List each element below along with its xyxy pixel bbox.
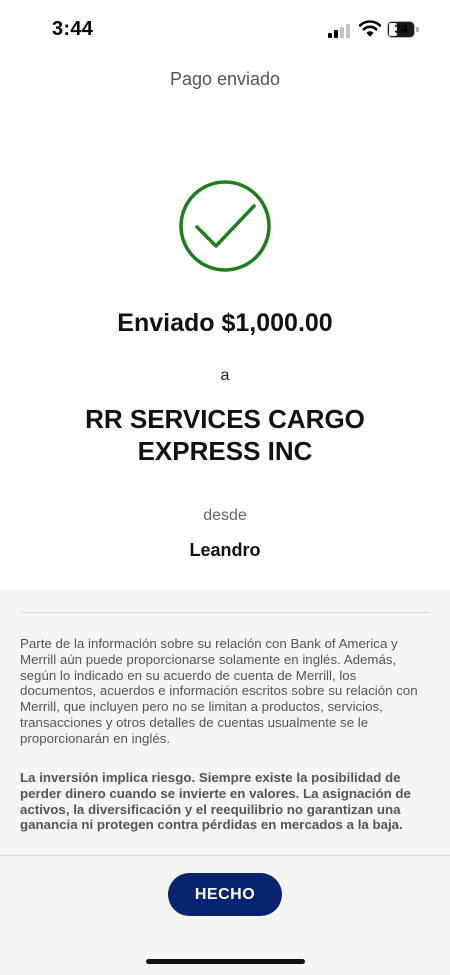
battery-level: 34	[394, 22, 408, 36]
recipient-name: RR SERVICES CARGO EXPRESS INC	[85, 404, 365, 466]
done-button[interactable]: HECHO	[168, 873, 282, 916]
investment-risk-disclaimer: La inversión implica riesgo. Siempre exi…	[20, 770, 411, 833]
home-indicator[interactable]	[146, 959, 305, 964]
to-label: a	[220, 367, 230, 384]
page-title: Pago enviado	[169, 69, 281, 89]
wifi-icon	[359, 20, 381, 37]
language-disclaimer: Parte de la información sobre su relació…	[20, 636, 418, 746]
battery-icon: 34	[387, 21, 419, 38]
from-label: desde	[203, 507, 247, 524]
status-time: 3:44	[52, 18, 94, 40]
sent-amount: Enviado $1,000.00	[117, 309, 333, 337]
divider	[20, 612, 430, 613]
sender-account: Leandro	[189, 540, 261, 560]
signal-icon	[328, 24, 352, 38]
status-bar: 3:44 34	[0, 0, 450, 60]
checkmark-circle-icon	[179, 180, 271, 272]
